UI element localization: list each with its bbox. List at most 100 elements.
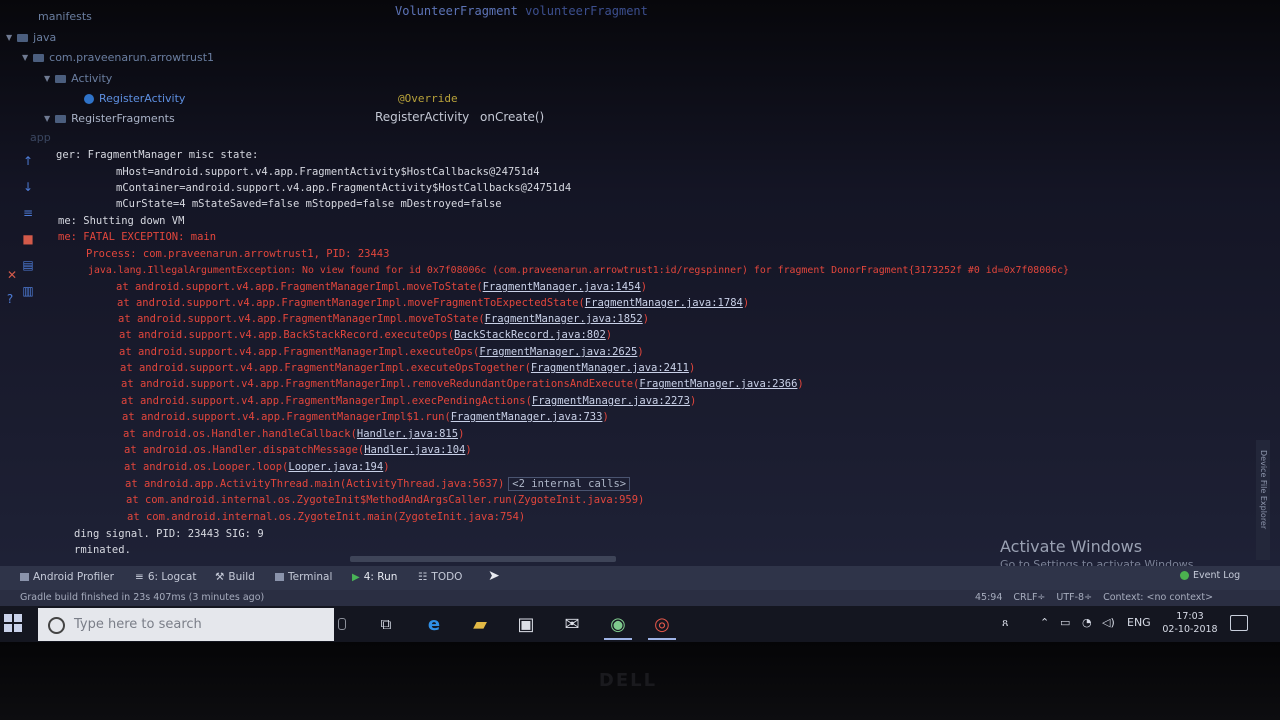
chrome-icon[interactable]: ◎ [648, 610, 676, 640]
code-annotation: @Override [398, 92, 458, 105]
source-link[interactable]: FragmentManager.java:2273 [532, 395, 690, 407]
internal-calls-toggle[interactable]: <2 internal calls> [508, 477, 631, 491]
stack-frame: at android.os.Looper.loop(Looper.java:19… [124, 461, 390, 473]
line-separator[interactable]: CRLF÷ [1013, 592, 1045, 603]
editor-tab[interactable]: VolunteerFragment volunteerFragment [395, 4, 648, 18]
terminal-icon [275, 573, 284, 581]
editor-tab-suffix: volunteerFragment [525, 4, 648, 18]
language-indicator[interactable]: ENG [1127, 616, 1151, 629]
tree-item-app[interactable]: app [30, 131, 51, 144]
scroll-up-icon[interactable]: ↑ [20, 154, 36, 168]
source-link[interactable]: FragmentManager.java:1784 [585, 297, 743, 309]
trash-icon[interactable]: ▥ [20, 284, 36, 298]
file-encoding[interactable]: UTF-8÷ [1056, 592, 1092, 603]
tree-item-package[interactable]: ▼ com.praveenarun.arrowtrust1 [22, 51, 214, 64]
people-icon[interactable]: ጸ [1002, 616, 1008, 630]
stack-frame: at android.support.v4.app.FragmentManage… [120, 362, 696, 374]
event-log-icon [1180, 571, 1189, 580]
dell-logo: DELL [598, 670, 658, 691]
tool-android-profiler[interactable]: Android Profiler [20, 571, 114, 583]
source-link[interactable]: FragmentManager.java:1852 [485, 313, 643, 325]
package-icon [33, 53, 45, 62]
tool-build[interactable]: ⚒ Build [215, 571, 255, 583]
edge-icon[interactable]: e [420, 610, 448, 638]
source-link[interactable]: FragmentManager.java:733 [451, 411, 603, 423]
source-link[interactable]: BackStackRecord.java:802 [454, 329, 606, 341]
show-hidden-icons-icon[interactable]: ⌃ [1040, 616, 1049, 629]
source-link[interactable]: Handler.java:815 [357, 428, 458, 440]
microphone-icon[interactable] [338, 618, 346, 630]
expand-arrow-icon[interactable]: ▼ [6, 33, 12, 42]
stack-frame: at android.support.v4.app.FragmentManage… [116, 281, 648, 293]
tree-item-label: Activity [71, 72, 113, 85]
tree-item-label: RegisterFragments [71, 112, 175, 125]
run-panel-gutter: ↑ ↓ ≡ ■ ▤ ▥ ✕ ? [0, 150, 44, 320]
action-center-icon[interactable] [1230, 615, 1248, 631]
tree-item-register-activity[interactable]: RegisterActivity [84, 92, 185, 105]
source-link[interactable]: Looper.java:194 [288, 461, 383, 473]
run-icon: ▶ [352, 571, 360, 583]
stack-frame: at android.support.v4.app.BackStackRecor… [119, 329, 613, 341]
run-console: ger: FragmentManager misc state: mHost=a… [56, 148, 1236, 562]
stop-icon[interactable]: ■ [20, 232, 36, 246]
breadcrumb-method[interactable]: onCreate() [480, 110, 544, 124]
tree-item-manifests[interactable]: manifests [38, 10, 92, 23]
battery-icon[interactable]: ▭ [1060, 616, 1070, 629]
expand-arrow-icon[interactable]: ▼ [44, 114, 50, 123]
file-explorer-icon[interactable]: ▰ [466, 610, 494, 638]
tool-terminal[interactable]: Terminal [275, 571, 332, 583]
device-file-explorer-tab[interactable]: Device File Explorer [1256, 440, 1270, 560]
tree-item-java[interactable]: ▼ java [6, 31, 56, 44]
class-icon [84, 93, 94, 104]
stack-frame: at android.os.Handler.dispatchMessage(Ha… [124, 444, 472, 456]
watermark-title: Activate Windows [1000, 537, 1143, 556]
stack-frame: at com.android.internal.os.ZygoteInit$Me… [126, 494, 645, 506]
expand-arrow-icon[interactable]: ▼ [44, 74, 50, 83]
tree-item-activity[interactable]: ▼ Activity [44, 72, 112, 85]
clock-time: 17:03 [1176, 611, 1204, 622]
source-link[interactable]: Handler.java:104 [364, 444, 465, 456]
logcat-icon: ≡ [135, 571, 144, 583]
tree-item-label: RegisterActivity [99, 92, 186, 105]
source-link[interactable]: FragmentManager.java:1454 [483, 281, 641, 293]
task-view-icon[interactable]: ⧉ [372, 610, 400, 638]
folder-icon [55, 114, 67, 123]
editor-tab-title: VolunteerFragment [395, 4, 518, 18]
project-tree: manifests ▼ java ▼ com.praveenarun.arrow… [0, 0, 380, 144]
android-studio-icon[interactable]: ◉ [604, 610, 632, 640]
soft-wrap-icon[interactable]: ≡ [20, 206, 36, 220]
tree-item-register-fragments[interactable]: ▼ RegisterFragments [44, 112, 175, 125]
console-line: mCurState=4 mStateSaved=false mStopped=f… [116, 198, 502, 210]
stack-frame: at android.os.Handler.handleCallback(Han… [123, 428, 465, 440]
source-link[interactable]: FragmentManager.java:2411 [531, 362, 689, 374]
tool-run[interactable]: ▶ 4: Run [352, 571, 397, 583]
folder-icon [17, 33, 29, 42]
tool-logcat[interactable]: ≡ 6: Logcat [135, 571, 196, 583]
help-icon[interactable]: ? [2, 292, 18, 306]
tree-item-label: com.praveenarun.arrowtrust1 [49, 51, 215, 64]
source-link[interactable]: FragmentManager.java:2366 [639, 378, 797, 390]
store-icon[interactable]: ▣ [512, 610, 540, 638]
tool-todo[interactable]: ☷ TODO [418, 571, 462, 583]
mail-icon[interactable]: ✉ [558, 610, 586, 638]
windows-start-button[interactable] [4, 614, 24, 634]
breadcrumb-class[interactable]: RegisterActivity [375, 110, 469, 124]
event-log-button[interactable]: Event Log [1180, 570, 1240, 581]
volume-icon[interactable]: ◁) [1102, 616, 1115, 629]
caret-position[interactable]: 45:94 [975, 592, 1002, 603]
console-horizontal-scrollbar[interactable] [350, 556, 616, 562]
tree-item-label: app [30, 131, 51, 144]
cortana-icon [48, 617, 65, 634]
stack-frame: at android.support.v4.app.FragmentManage… [121, 378, 804, 390]
taskbar-clock[interactable]: 17:03 02-10-2018 [1160, 610, 1220, 636]
source-link[interactable]: FragmentManager.java:2625 [479, 346, 637, 358]
build-icon: ⚒ [215, 571, 225, 583]
expand-arrow-icon[interactable]: ▼ [22, 53, 28, 62]
close-icon[interactable]: ✕ [4, 268, 20, 282]
status-bar: Gradle build finished in 23s 407ms (3 mi… [0, 590, 1280, 606]
context-indicator[interactable]: Context: <no context> [1103, 592, 1213, 603]
print-icon[interactable]: ▤ [20, 258, 36, 272]
network-icon[interactable]: ◔ [1082, 616, 1092, 629]
taskbar-search-box[interactable]: Type here to search [38, 608, 346, 641]
scroll-down-icon[interactable]: ↓ [20, 180, 36, 194]
